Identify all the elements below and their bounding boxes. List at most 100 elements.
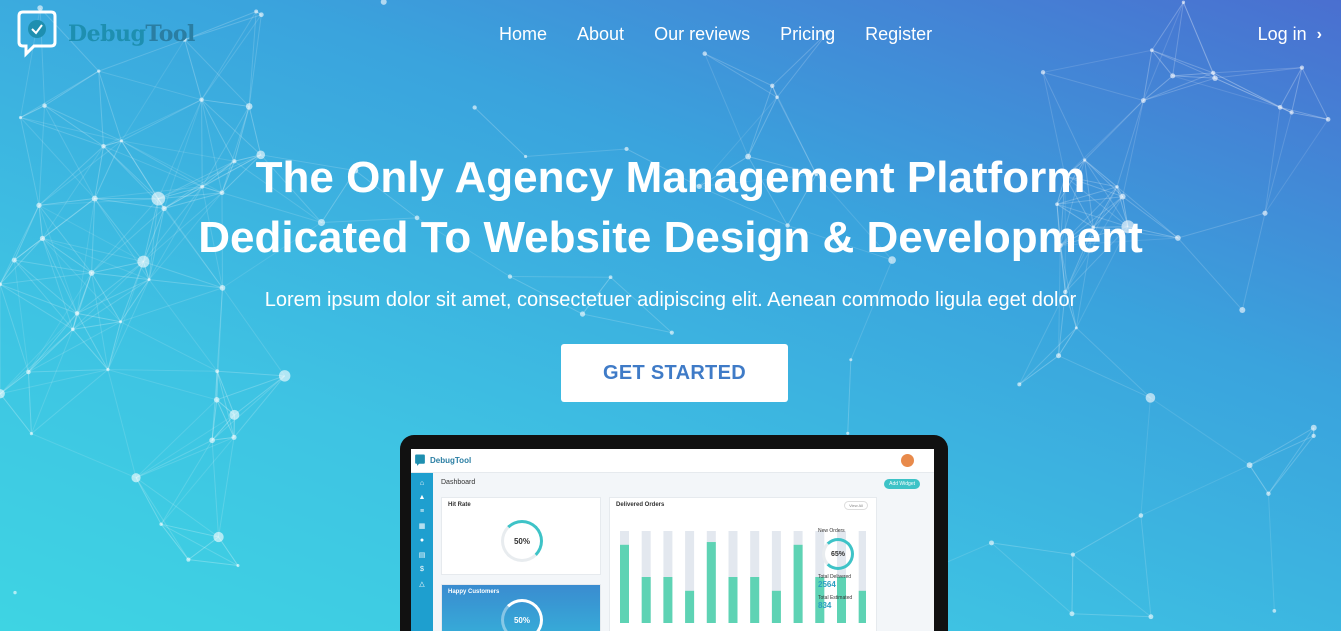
network-line — [44, 105, 104, 147]
network-node — [215, 369, 220, 374]
network-line — [1042, 49, 1152, 73]
network-node — [1148, 614, 1154, 620]
network-node — [131, 473, 141, 483]
network-node — [775, 95, 779, 100]
logo-text-part1: Debug — [68, 21, 146, 47]
network-node — [1140, 98, 1146, 103]
network-line — [704, 53, 749, 157]
network-line — [991, 542, 1073, 615]
network-line — [1140, 397, 1151, 516]
network-line — [1143, 77, 1216, 101]
network-line — [1018, 327, 1077, 385]
network-line — [28, 313, 78, 373]
network-line — [44, 105, 122, 142]
bar — [793, 544, 803, 623]
network-line — [72, 329, 109, 370]
network-node — [213, 531, 224, 543]
get-started-button[interactable]: GET STARTED — [561, 344, 788, 402]
network-node — [1325, 117, 1331, 122]
network-node — [209, 437, 215, 444]
network-line — [188, 559, 239, 567]
network-line — [1058, 355, 1151, 399]
network-node — [13, 590, 17, 595]
network-node — [186, 557, 191, 562]
list-icon: ≡ — [419, 508, 425, 515]
happy-customers-label: Happy Customers — [448, 589, 500, 595]
bar — [685, 590, 695, 623]
network-node — [702, 51, 707, 56]
network-node — [1266, 491, 1271, 496]
network-node — [229, 409, 240, 420]
dashboard-brand: DebugTool — [430, 456, 472, 465]
network-line — [13, 260, 29, 373]
nav-register[interactable]: Register — [850, 24, 947, 45]
network-line — [135, 477, 189, 560]
person-icon: ● — [419, 537, 425, 544]
network-line — [135, 436, 235, 479]
nav-about[interactable]: About — [562, 24, 639, 45]
network-node — [1138, 513, 1144, 518]
logo[interactable]: DebugTool — [16, 10, 195, 58]
network-line — [184, 10, 257, 41]
network-node — [42, 103, 47, 108]
dollar-icon: $ — [420, 566, 424, 573]
nav-our-reviews[interactable]: Our reviews — [639, 24, 765, 45]
network-line — [1151, 2, 1184, 51]
network-line — [1279, 106, 1329, 120]
network-line — [0, 272, 92, 285]
network-line — [160, 436, 235, 525]
login-link[interactable]: Log in › — [1258, 24, 1322, 45]
chevron-right-icon: › — [1316, 25, 1322, 43]
network-node — [70, 327, 75, 332]
network-line — [1249, 464, 1269, 494]
network-node — [1017, 382, 1022, 387]
total-estimated-value: 834 — [818, 601, 832, 610]
new-orders-value: 65% — [830, 550, 845, 558]
hero-title-line2: Dedicated To Website Design & Developmen… — [198, 213, 1143, 262]
network-line — [20, 117, 104, 147]
dashboard-title: Dashboard — [441, 479, 476, 486]
network-node — [1069, 611, 1075, 617]
network-line — [160, 523, 239, 566]
hit-rate-ring: 50% — [501, 520, 543, 562]
network-line — [509, 276, 611, 278]
network-line — [30, 329, 74, 434]
network-node — [1289, 110, 1294, 115]
network-line — [1212, 72, 1281, 108]
home-icon: ⌂ — [419, 480, 425, 487]
network-line — [28, 328, 74, 373]
dashboard-sidebar: ⌂ ▲ ≡ ▦ ● ▤ $ △ — [411, 473, 433, 631]
delivered-side-stats: New Orders 65% Total Delivered 2564 Tota… — [818, 528, 868, 610]
network-node — [669, 330, 674, 335]
network-node — [147, 278, 151, 282]
grid-icon: ▦ — [418, 523, 426, 530]
nav-home[interactable]: Home — [484, 24, 562, 45]
network-line — [1249, 427, 1315, 466]
network-node — [507, 274, 513, 279]
network-node — [1310, 424, 1317, 431]
network-node — [1181, 0, 1186, 4]
hit-rate-card: Hit Rate 50% — [441, 497, 601, 575]
network-line — [216, 371, 235, 438]
network-node — [18, 116, 23, 120]
network-node — [97, 69, 101, 73]
network-node — [849, 358, 853, 362]
network-line — [107, 369, 217, 401]
hero-title: The Only Agency Management Platform Dedi… — [0, 148, 1341, 268]
network-node — [1272, 609, 1277, 613]
network-node — [258, 12, 264, 18]
network-line — [1268, 427, 1315, 494]
network-node — [1056, 353, 1062, 359]
network-line — [201, 11, 257, 100]
network-line — [20, 105, 45, 119]
network-line — [1140, 515, 1152, 617]
network-node — [159, 522, 163, 526]
network-line — [218, 536, 239, 566]
network-line — [20, 117, 122, 142]
total-delivered-value: 2564 — [818, 580, 836, 589]
network-node — [1170, 73, 1176, 79]
nav-pricing[interactable]: Pricing — [765, 24, 850, 45]
network-node — [119, 320, 123, 324]
network-node — [1150, 48, 1154, 53]
network-node — [1311, 433, 1316, 439]
